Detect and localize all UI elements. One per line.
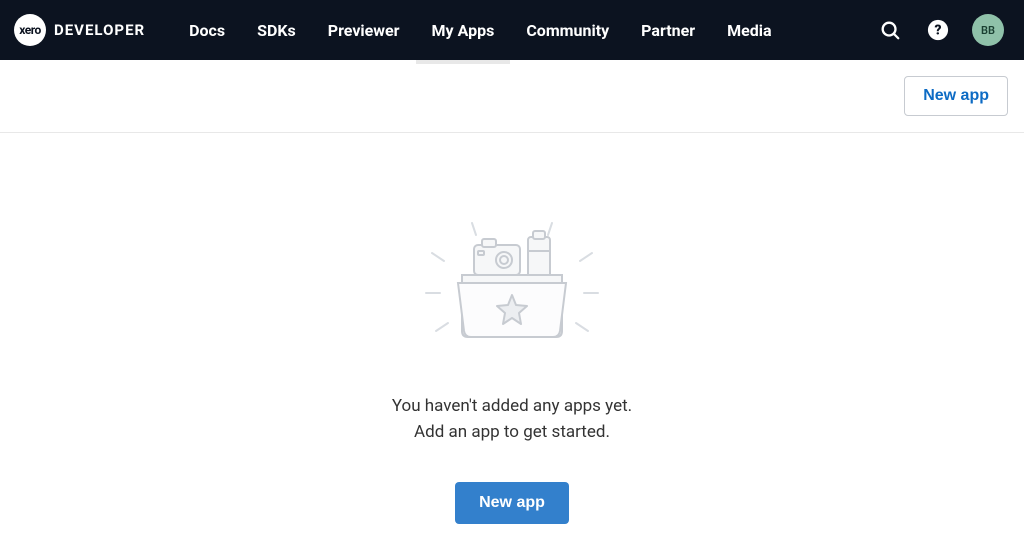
- logo-text: DEVELOPER: [54, 21, 145, 39]
- nav-previewer[interactable]: Previewer: [312, 0, 416, 60]
- nav-media[interactable]: Media: [711, 0, 787, 60]
- action-bar: New app: [0, 60, 1024, 133]
- nav-sdks[interactable]: SDKs: [241, 0, 312, 60]
- brand-logo[interactable]: xero DEVELOPER: [14, 14, 145, 46]
- nav-community[interactable]: Community: [510, 0, 625, 60]
- nav-docs[interactable]: Docs: [173, 0, 241, 60]
- new-app-button-main[interactable]: New app: [455, 482, 569, 524]
- search-icon[interactable]: [876, 16, 904, 44]
- new-app-button-top[interactable]: New app: [904, 76, 1008, 116]
- top-navbar: xero DEVELOPER Docs SDKs Previewer My Ap…: [0, 0, 1024, 60]
- empty-state: You haven't added any apps yet. Add an a…: [0, 133, 1024, 524]
- help-icon[interactable]: ?: [924, 16, 952, 44]
- svg-text:?: ?: [934, 23, 941, 39]
- empty-state-message: You haven't added any apps yet. Add an a…: [392, 393, 632, 446]
- nav-right-actions: ? BB: [876, 14, 1004, 46]
- logo-mark-icon: xero: [14, 14, 46, 46]
- empty-state-line1: You haven't added any apps yet.: [392, 393, 632, 419]
- nav-my-apps[interactable]: My Apps: [416, 0, 511, 60]
- user-avatar[interactable]: BB: [972, 14, 1004, 46]
- nav-partner[interactable]: Partner: [625, 0, 711, 60]
- primary-nav: Docs SDKs Previewer My Apps Community Pa…: [173, 0, 787, 60]
- empty-state-line2: Add an app to get started.: [392, 419, 632, 445]
- empty-folder-icon: [402, 203, 622, 363]
